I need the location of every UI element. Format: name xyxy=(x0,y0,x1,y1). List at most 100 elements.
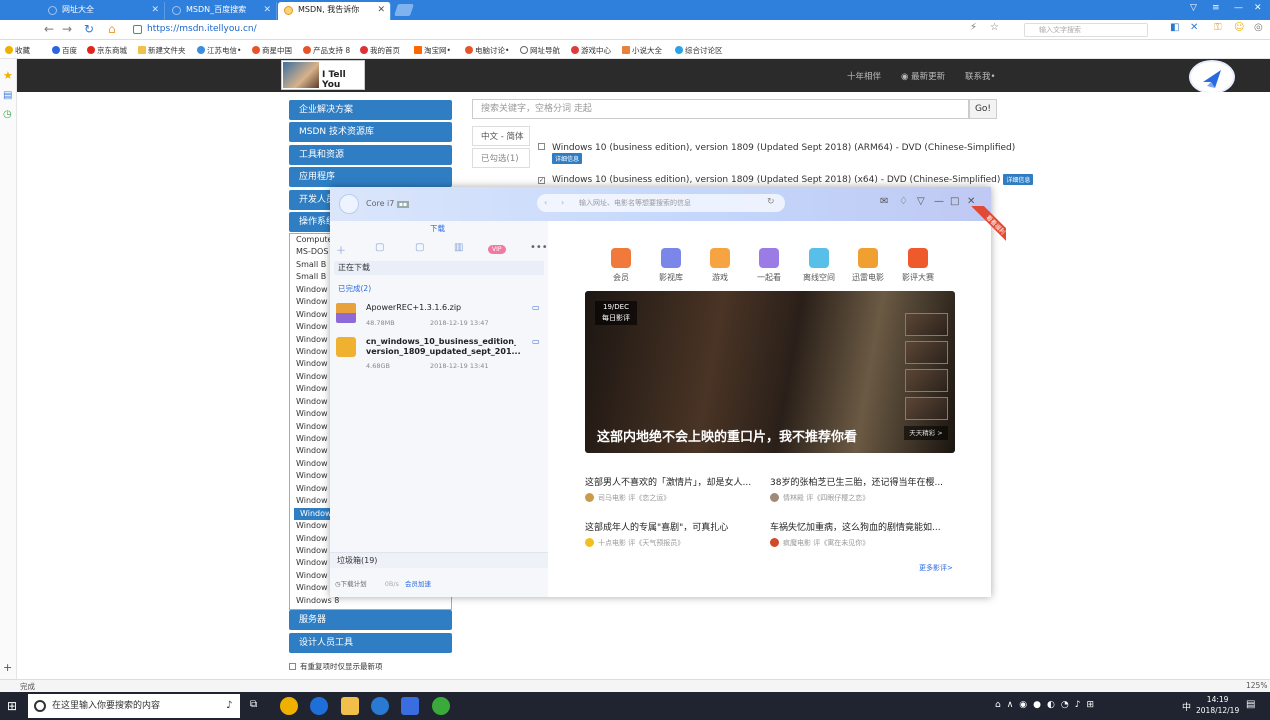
file-explorer-icon[interactable] xyxy=(341,697,359,715)
file-row[interactable]: ✓ Windows 10 (business edition), version … xyxy=(538,174,1034,185)
refresh-icon[interactable]: ↻ xyxy=(767,197,775,207)
menu-tools[interactable]: 工具和资源 xyxy=(289,145,452,165)
forward-icon[interactable]: › xyxy=(561,198,564,207)
task-view-icon[interactable]: ⧉ xyxy=(250,699,257,710)
trash-section[interactable]: 垃圾箱(19) xyxy=(330,552,548,568)
details-badge[interactable]: 详细信息 xyxy=(1003,174,1034,185)
more-icon[interactable]: ••• xyxy=(530,242,548,253)
wechat-icon[interactable] xyxy=(432,697,450,715)
checkbox[interactable] xyxy=(538,143,545,150)
tab-2[interactable]: MSDN_百度搜索 ✕ xyxy=(166,2,277,20)
smile-icon[interactable]: ☺ xyxy=(1234,22,1244,33)
new-tab-button[interactable] xyxy=(394,4,414,16)
star-icon[interactable]: ☆ xyxy=(990,22,999,33)
menu-msdn-library[interactable]: MSDN 技术资源库 xyxy=(289,122,452,142)
checkbox[interactable] xyxy=(289,663,296,670)
xunlei-icon[interactable] xyxy=(401,697,419,715)
close-window-icon[interactable]: ✕ xyxy=(1254,3,1262,13)
add-icon[interactable]: + xyxy=(3,661,12,674)
tab-download[interactable]: 下载 xyxy=(430,223,445,234)
favorites-icon[interactable]: ★ xyxy=(3,69,13,82)
menu-apps[interactable]: 应用程序 xyxy=(289,167,452,187)
vip-icon[interactable]: VIP xyxy=(488,245,506,254)
bookmark-item[interactable]: 新建文件夹 xyxy=(138,45,186,56)
bookmark-item[interactable]: 收藏 xyxy=(5,45,30,56)
bookmark-item[interactable]: 网址导航 xyxy=(520,45,560,56)
nav-ten-years[interactable]: 十年相伴 xyxy=(847,70,881,82)
key-icon[interactable]: ⚿ xyxy=(1214,22,1222,33)
back-icon[interactable]: ← xyxy=(44,22,54,36)
home-icon[interactable]: ⌂ xyxy=(108,22,116,36)
forward-icon[interactable]: → xyxy=(62,22,72,36)
os-list-item[interactable]: Window xyxy=(294,507,334,521)
folder-icon[interactable]: ▢ xyxy=(415,242,424,253)
article-item[interactable]: 38岁的张柏芝已生三胎，还记得当年在樱... 情林殿 评《四眼仔樱之恋》 xyxy=(770,475,950,503)
bookmark-item[interactable]: 我的首页 xyxy=(360,45,400,56)
minimize-icon[interactable]: — xyxy=(1234,3,1243,13)
nav-latest[interactable]: ◉ 最新更新 xyxy=(901,70,945,82)
download-item[interactable]: ApowerREC+1.3.1.6.zip 48.78MB 2018-12-19… xyxy=(336,303,542,333)
checkbox-checked[interactable]: ✓ xyxy=(538,177,545,184)
back-icon[interactable]: ‹ xyxy=(544,198,547,207)
bookmark-item[interactable]: 商星中国 xyxy=(252,45,292,56)
thumbnail[interactable] xyxy=(905,313,948,336)
sogou-browser-icon[interactable] xyxy=(371,697,389,715)
windows-start-icon[interactable]: ⊞ xyxy=(7,699,17,713)
thumbnail[interactable] xyxy=(905,397,948,420)
service-vip[interactable]: 会员 xyxy=(601,248,641,283)
article-item[interactable]: 这部成年人的专属"喜剧"，可真扎心 十点电影 评《天气预报员》 xyxy=(585,520,765,548)
tab-1[interactable]: 网址大全 ✕ xyxy=(42,2,165,20)
plan-button[interactable]: ◷下载计划 xyxy=(335,580,367,588)
details-badge[interactable]: 详细信息 xyxy=(552,153,583,164)
extension-icon[interactable]: ◧ xyxy=(1170,22,1179,33)
service-video-library[interactable]: 影视库 xyxy=(651,248,691,283)
bookmark-item[interactable]: 江苏电信• xyxy=(197,45,241,56)
bookmark-item[interactable]: 游戏中心 xyxy=(571,45,611,56)
thumbnail[interactable] xyxy=(905,369,948,392)
delete-icon[interactable]: ▥ xyxy=(454,242,463,253)
menu-server[interactable]: 服务器 xyxy=(289,610,452,630)
notification-icon[interactable]: ▤ xyxy=(1246,699,1255,710)
close-icon[interactable]: ✕ xyxy=(377,2,385,18)
user-name[interactable]: Core i7 ▪▪ xyxy=(366,199,410,208)
mail-icon[interactable]: ✉ xyxy=(880,196,888,207)
minimize-icon[interactable]: — xyxy=(934,196,944,207)
refresh-icon[interactable]: ↻ xyxy=(84,22,94,36)
tab-3[interactable]: MSDN, 我告诉你 ✕ xyxy=(278,2,391,20)
downloading-section[interactable]: 正在下载 xyxy=(334,261,544,275)
service-review-contest[interactable]: 影评大赛 xyxy=(898,248,938,283)
address-bar[interactable]: https://msdn.itellyou.cn/ xyxy=(131,22,961,37)
go-button[interactable]: Go! xyxy=(969,99,997,119)
menu-icon[interactable]: ≡ xyxy=(1212,3,1220,13)
bookmark-item[interactable]: 产品支持 8 xyxy=(303,45,350,56)
open-folder-icon[interactable]: ▭ xyxy=(532,303,540,312)
article-item[interactable]: 车祸失忆加重病，这么狗血的剧情竟能如... 疯魔电影 评《寓在未见你》 xyxy=(770,520,950,548)
vip-speedup-link[interactable]: 会员加速 xyxy=(405,580,431,588)
more-reviews-link[interactable]: 更多影评> xyxy=(919,563,953,573)
add-icon[interactable]: ＋ xyxy=(336,242,346,257)
shirt-icon[interactable]: ♢ xyxy=(899,196,908,207)
xunlei-search-input[interactable]: 输入网址、电影名等想要搜索的信息 xyxy=(537,194,785,212)
history-icon[interactable]: ◷ xyxy=(3,109,12,120)
notes-icon[interactable]: ▤ xyxy=(3,90,12,101)
bookmark-item[interactable]: 百度 xyxy=(52,45,77,56)
site-search-input[interactable]: 搜索关键字，空格分词 走起 xyxy=(472,99,969,119)
more-icon[interactable]: ◎ xyxy=(1254,22,1263,33)
completed-section[interactable]: 已完成(2) xyxy=(338,283,371,294)
edge-icon[interactable] xyxy=(310,697,328,715)
nav-contact[interactable]: 联系我• xyxy=(965,70,996,82)
ime-indicator[interactable]: 中 xyxy=(1182,700,1191,713)
file-icon[interactable]: ▢ xyxy=(375,242,384,253)
service-xunlei-movie[interactable]: 迅雷电影 xyxy=(848,248,888,283)
service-watch-together[interactable]: 一起看 xyxy=(749,248,789,283)
tab-checked[interactable]: 已勾选(1) xyxy=(472,148,530,168)
bookmark-item[interactable]: 综合讨论区 xyxy=(675,45,723,56)
bookmark-item[interactable]: 淘宝网• xyxy=(414,45,451,56)
featured-banner[interactable]: 19/DEC 每日影评 天天精彩 > 这部内地绝不会上映的重口片，我不推荐你看 xyxy=(585,291,955,453)
menu-designer-tools[interactable]: 设计人员工具 xyxy=(289,633,452,653)
latest-only-option[interactable]: 有重复项时仅显示最新项 xyxy=(289,661,383,672)
browser-search-input[interactable]: 输入文字搜索 xyxy=(1024,23,1148,37)
download-item[interactable]: cn_windows_10_business_edition_ version_… xyxy=(336,337,542,370)
service-games[interactable]: 游戏 xyxy=(700,248,740,283)
corner-badge[interactable]: 看看福利 xyxy=(966,206,1006,246)
